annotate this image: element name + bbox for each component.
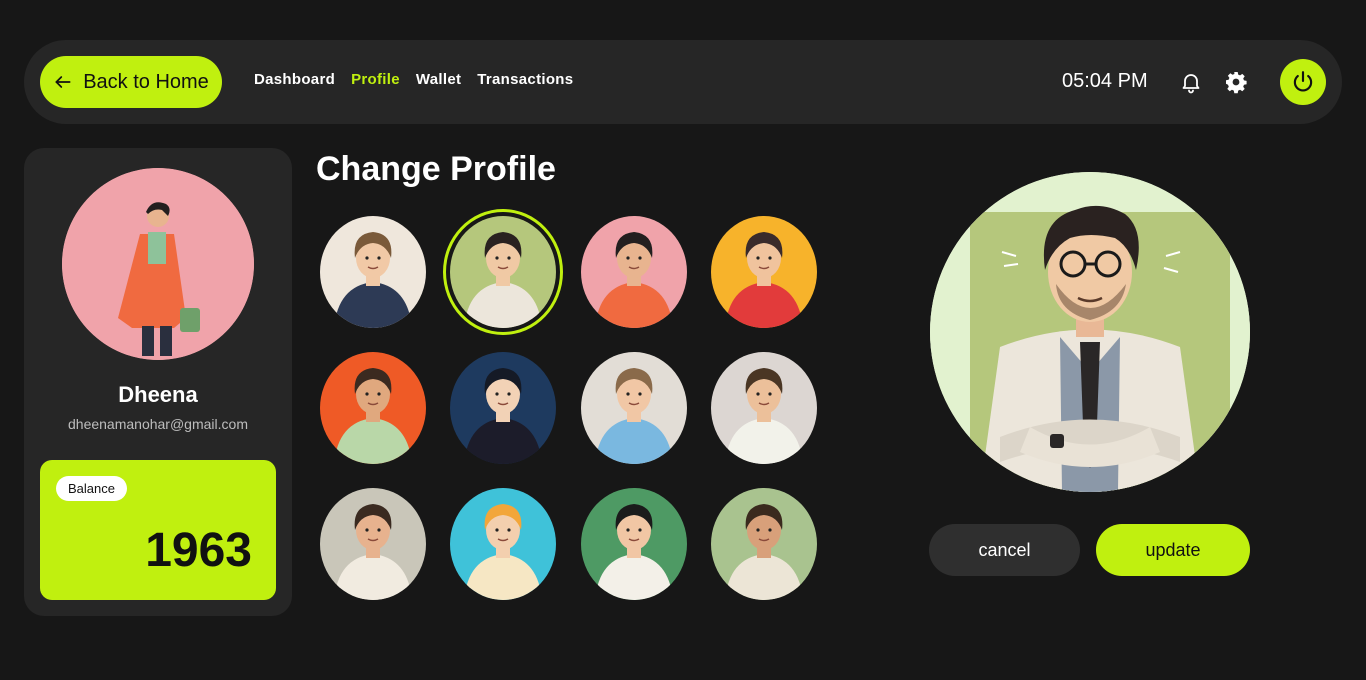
avatar-image <box>581 216 687 328</box>
avatar-option-2[interactable] <box>443 209 563 335</box>
clock-time: 05:04 PM <box>1062 70 1148 92</box>
avatar-image <box>711 352 817 464</box>
back-to-home-label: Back to Home <box>83 70 209 93</box>
cancel-button[interactable]: cancel <box>929 524 1080 576</box>
balance-value: 1963 <box>145 524 252 577</box>
avatar-image <box>320 352 426 464</box>
top-navigation-bar: Back to Home Dashboard Profile Wallet Tr… <box>24 40 1342 124</box>
profile-name: Dheena <box>118 382 198 407</box>
gear-icon[interactable] <box>1224 70 1248 94</box>
nav-profile[interactable]: Profile <box>351 71 400 88</box>
power-button[interactable] <box>1280 59 1326 105</box>
bell-icon[interactable] <box>1179 70 1203 94</box>
current-avatar <box>62 168 254 360</box>
current-avatar-image <box>62 168 254 360</box>
profile-card: Dheena dheenamanohar@gmail.com Balance 1… <box>24 148 292 616</box>
page-title: Change Profile <box>316 150 556 188</box>
avatar-option-6[interactable] <box>450 352 556 464</box>
back-to-home-button[interactable]: Back to Home <box>40 56 222 108</box>
avatar-image <box>450 216 556 328</box>
nav-dashboard[interactable]: Dashboard <box>254 71 335 88</box>
update-button[interactable]: update <box>1096 524 1250 576</box>
balance-card: Balance 1963 <box>40 460 276 600</box>
avatar-image <box>711 488 817 600</box>
avatar-option-12[interactable] <box>711 488 817 600</box>
avatar-option-10[interactable] <box>450 488 556 600</box>
avatar-image <box>711 216 817 328</box>
main-nav: Dashboard Profile Wallet Transactions <box>254 71 573 88</box>
power-icon <box>1293 71 1313 92</box>
avatar-option-3[interactable] <box>581 216 687 328</box>
avatar-option-4[interactable] <box>711 216 817 328</box>
avatar-image <box>581 352 687 464</box>
avatar-option-9[interactable] <box>320 488 426 600</box>
avatar-image <box>450 352 556 464</box>
preview-avatar-image <box>930 172 1250 492</box>
avatar-option-8[interactable] <box>711 352 817 464</box>
avatar-preview <box>930 172 1250 492</box>
avatar-option-1[interactable] <box>320 216 426 328</box>
avatar-image <box>450 488 556 600</box>
avatar-image <box>320 216 426 328</box>
balance-label: Balance <box>56 476 127 501</box>
nav-transactions[interactable]: Transactions <box>477 71 573 88</box>
avatar-image <box>581 488 687 600</box>
avatar-option-7[interactable] <box>581 352 687 464</box>
avatar-option-11[interactable] <box>581 488 687 600</box>
arrow-left-icon <box>55 76 71 88</box>
avatar-option-5[interactable] <box>320 352 426 464</box>
nav-wallet[interactable]: Wallet <box>416 71 461 88</box>
profile-email: dheenamanohar@gmail.com <box>68 416 248 432</box>
avatar-image <box>320 488 426 600</box>
